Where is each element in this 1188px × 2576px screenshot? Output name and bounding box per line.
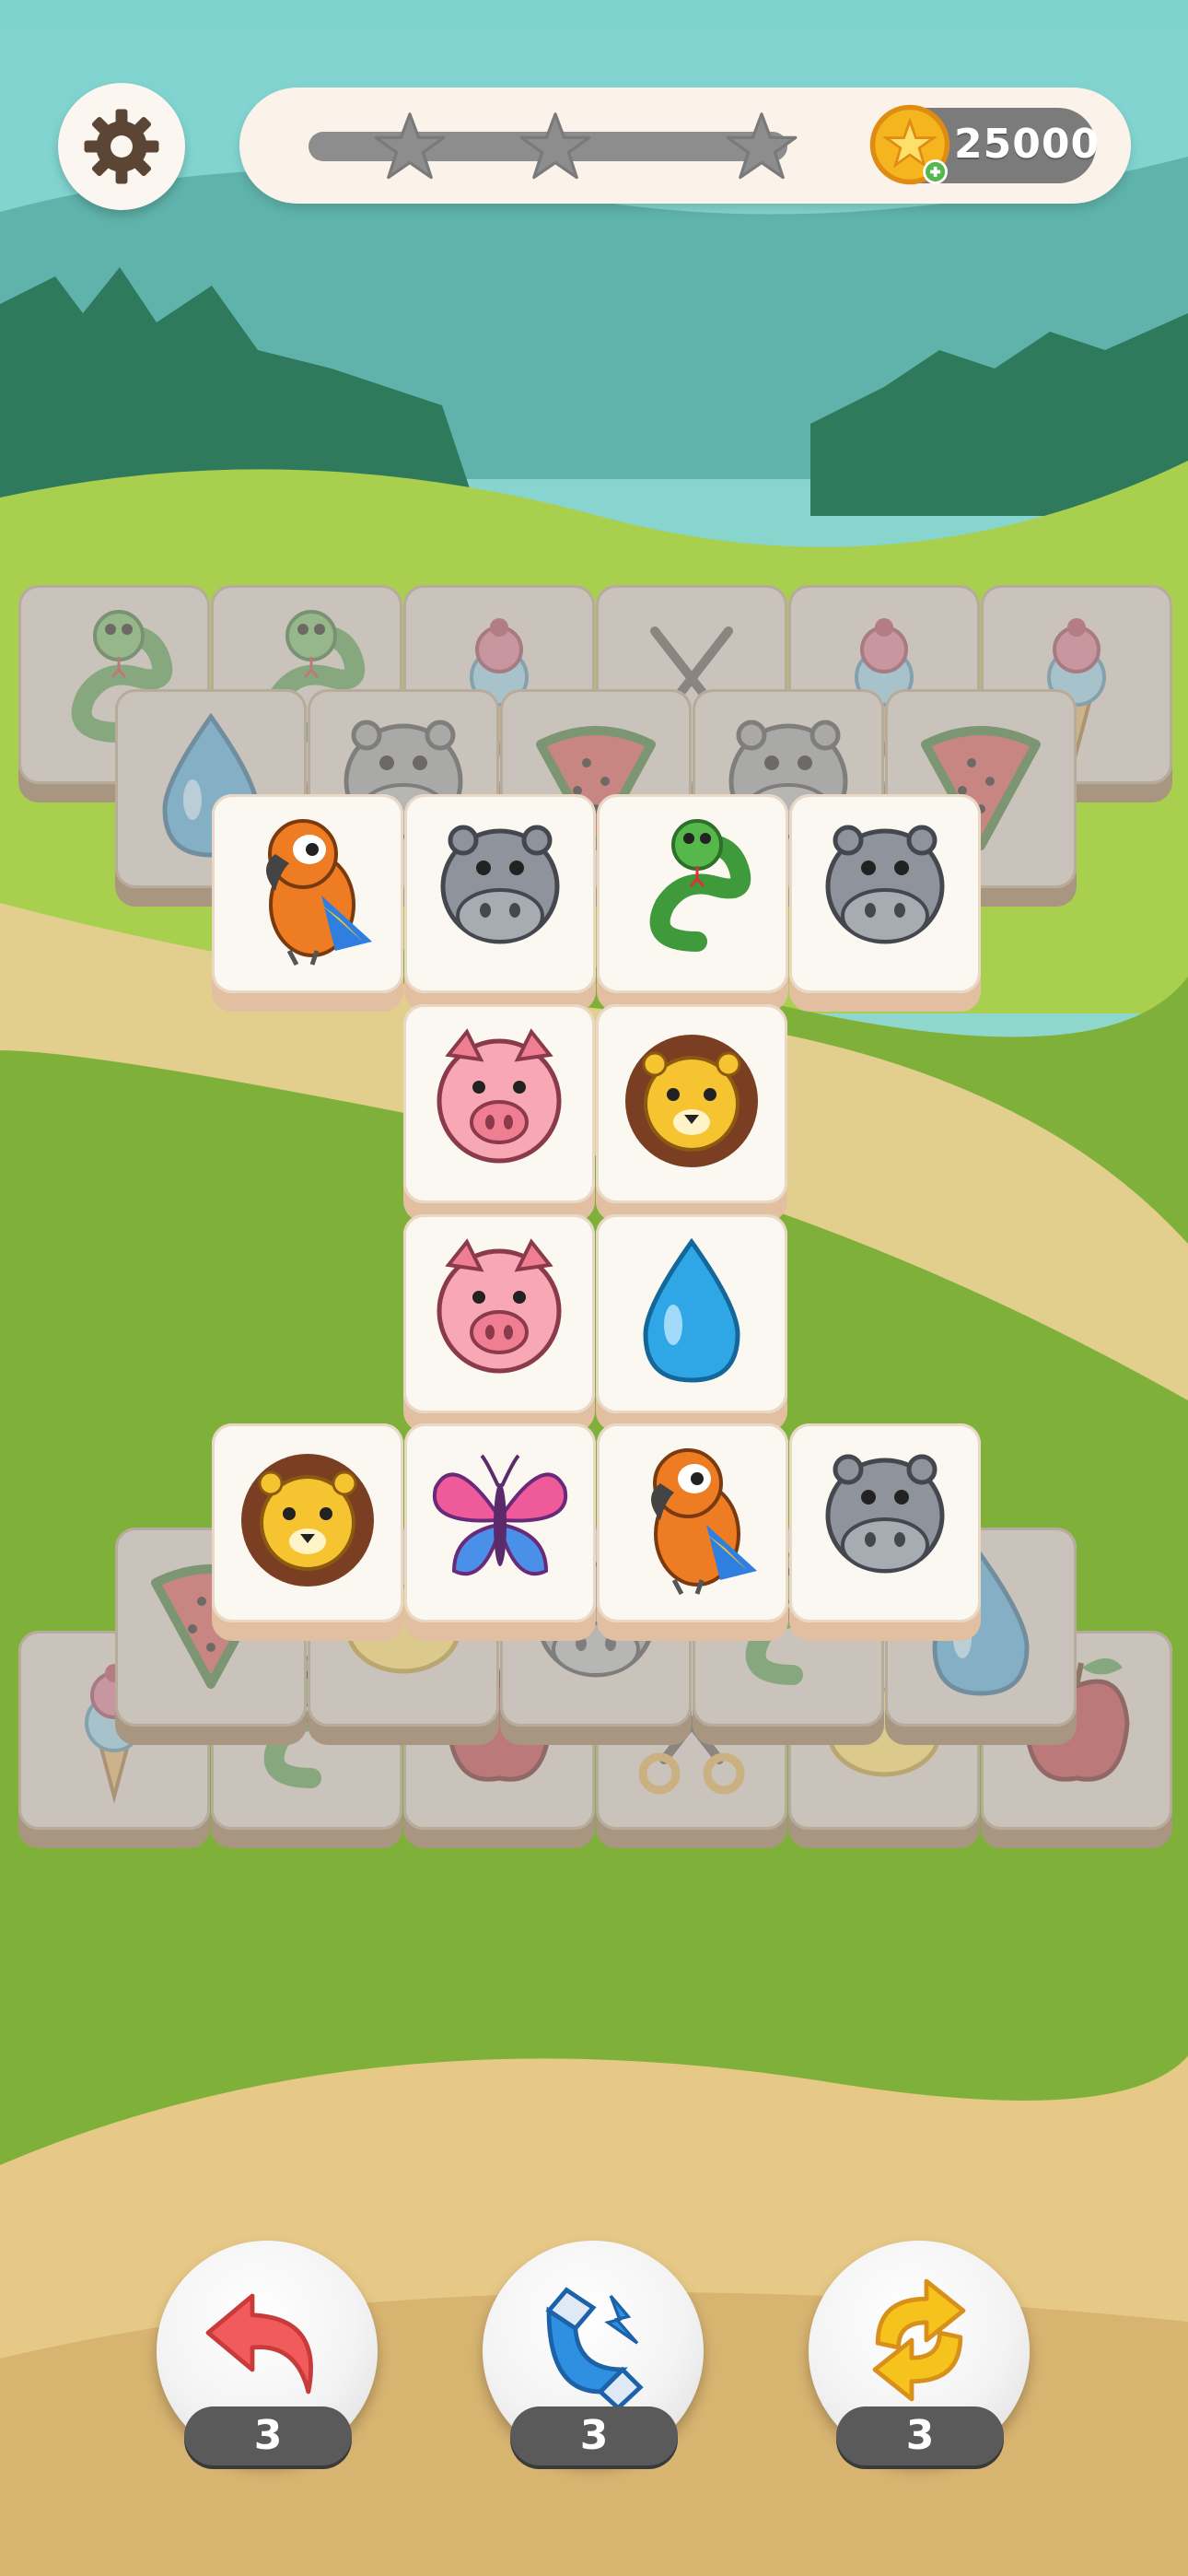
hippo-icon [825, 825, 945, 944]
tile-snake[interactable] [597, 794, 788, 1012]
parrot-icon [266, 819, 372, 966]
tile-hippo[interactable] [404, 794, 596, 1012]
hippo-icon [825, 1454, 945, 1574]
magnet-count: 3 [510, 2406, 678, 2465]
tile-hippo[interactable] [789, 1423, 981, 1641]
tile-pig[interactable] [403, 1214, 595, 1432]
undo-arrow-icon [205, 2293, 313, 2395]
water-drop-icon [643, 1237, 740, 1383]
pig-icon [437, 1028, 562, 1164]
tile-lion[interactable] [212, 1423, 403, 1641]
tile-board [0, 0, 1188, 1935]
undo-button[interactable]: 3 [157, 2241, 378, 2465]
undo-count: 3 [184, 2406, 352, 2465]
snake-icon [649, 819, 751, 952]
tile-parrot[interactable] [597, 1423, 788, 1641]
tile-pig[interactable] [403, 1004, 595, 1222]
pig-icon [437, 1238, 562, 1374]
parrot-icon [651, 1448, 757, 1596]
shuffle-button[interactable]: 3 [809, 2241, 1030, 2465]
tile-parrot[interactable] [212, 794, 403, 1012]
magnet-button[interactable]: 3 [483, 2241, 704, 2465]
lion-icon [625, 1035, 758, 1167]
tile-hippo[interactable] [789, 794, 981, 1012]
tile-water-drop[interactable] [596, 1214, 787, 1432]
butterfly-icon [432, 1454, 568, 1576]
shuffle-count: 3 [836, 2406, 1004, 2465]
tile-butterfly[interactable] [404, 1423, 596, 1641]
lion-icon [241, 1454, 374, 1587]
hippo-icon [440, 825, 560, 944]
magnet-icon [545, 2287, 644, 2411]
tile-lion[interactable] [596, 1004, 787, 1222]
shuffle-icon [872, 2278, 966, 2402]
